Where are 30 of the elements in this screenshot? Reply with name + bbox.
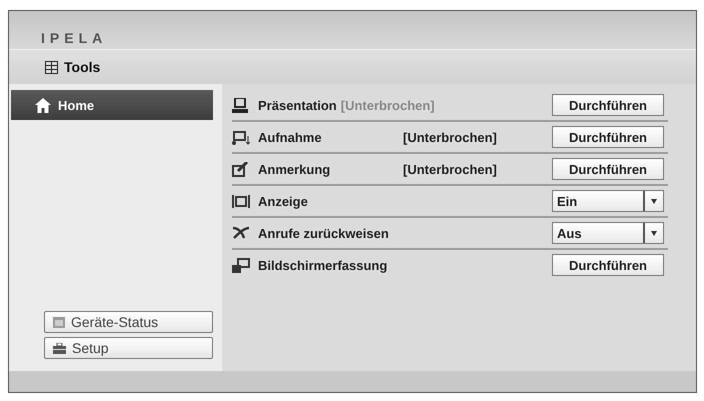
- status-text: [Unterbrochen]: [340, 98, 435, 112]
- dropdown[interactable]: Aus: [552, 222, 664, 244]
- logo: IPELA: [41, 30, 108, 46]
- row-label: Präsentation: [258, 98, 337, 112]
- status-text: [Unterbrochen]: [403, 162, 497, 176]
- caret-icon: [651, 230, 657, 236]
- caret-icon: [651, 198, 657, 204]
- edit-icon: [232, 162, 248, 176]
- display-icon: [232, 194, 250, 208]
- run-button[interactable]: Durchführen: [552, 158, 664, 180]
- sidebar-item[interactable]: Home: [11, 90, 213, 120]
- sidebar-button[interactable]: Geräte-Status: [44, 311, 213, 333]
- laptop-icon: [232, 98, 248, 112]
- toolbar-title: Tools: [64, 59, 100, 75]
- windows-icon: [232, 258, 250, 272]
- run-button[interactable]: Durchführen: [552, 254, 664, 276]
- calendar-icon: [53, 316, 65, 328]
- sidebar-button[interactable]: Setup: [44, 337, 213, 359]
- status-text: [Unterbrochen]: [403, 130, 497, 144]
- row-label: Anrufe zurückweisen: [258, 226, 390, 240]
- row-label: Anzeige: [258, 194, 309, 208]
- dropdown[interactable]: Ein: [552, 190, 664, 212]
- toolbox-icon: [53, 342, 66, 354]
- row-label: Anmerkung: [258, 162, 332, 176]
- row-label: Bildschirmerfassung: [258, 258, 388, 272]
- home-icon: [35, 98, 51, 112]
- run-button[interactable]: Durchführen: [552, 126, 664, 148]
- run-button[interactable]: Durchführen: [552, 94, 664, 116]
- grid-icon: [45, 60, 58, 74]
- row-label: Aufnahme: [258, 130, 323, 144]
